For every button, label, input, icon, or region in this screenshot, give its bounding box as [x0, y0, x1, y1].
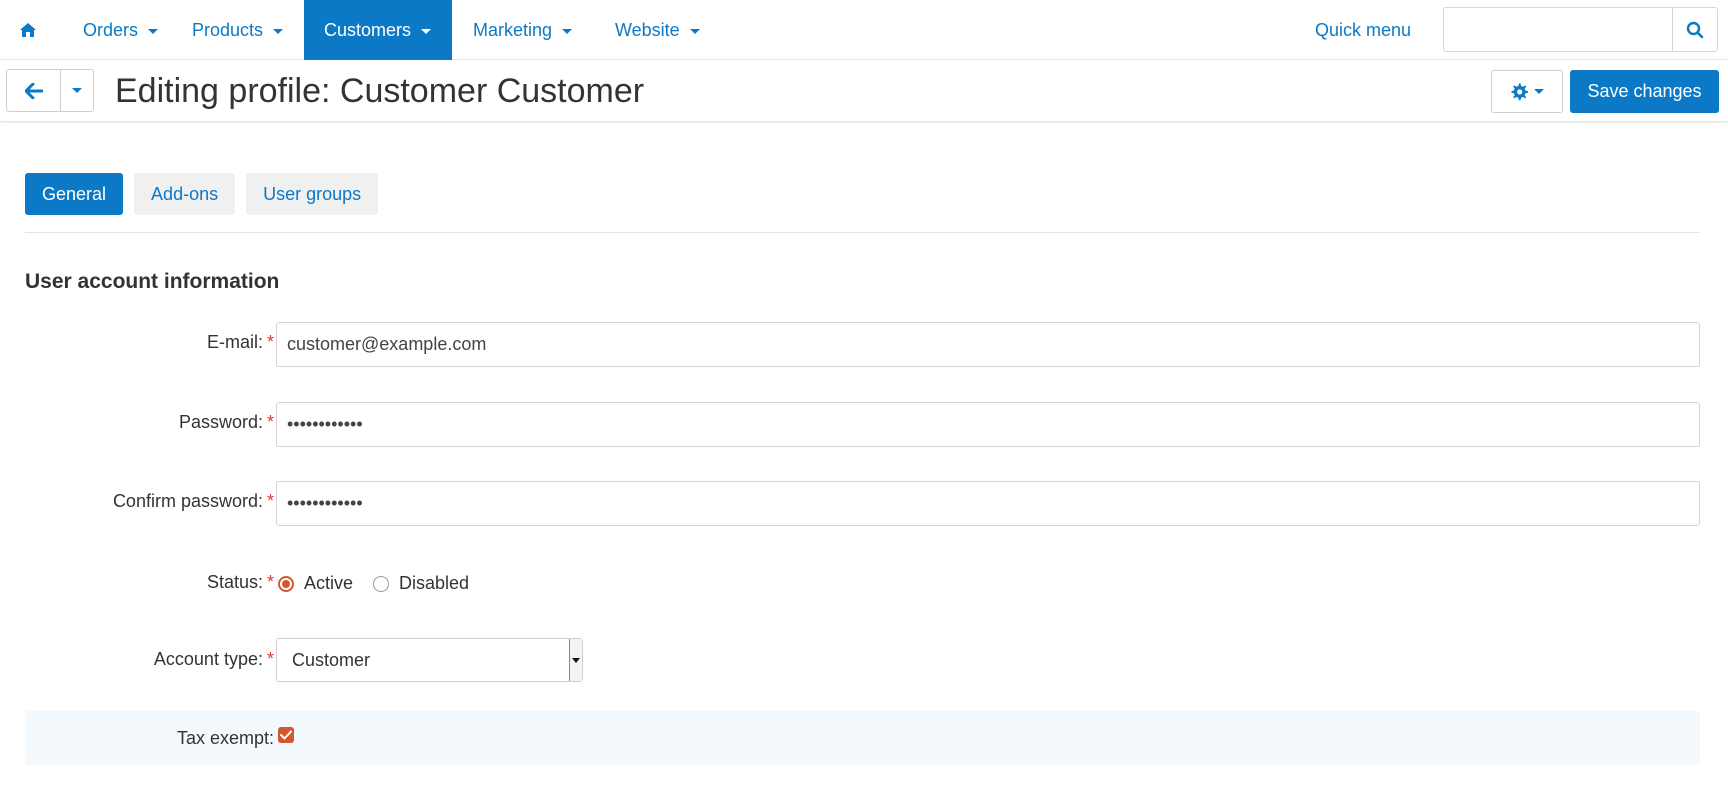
chevron-down-icon	[562, 28, 573, 34]
nav-orders-label: Orders	[83, 19, 139, 40]
nav-products-label: Products	[192, 19, 264, 40]
nav-website[interactable]: Website	[595, 0, 720, 60]
select-arrow	[569, 639, 582, 681]
tab-general[interactable]: General	[25, 173, 124, 215]
chevron-down-icon	[689, 28, 700, 34]
nav-marketing[interactable]: Marketing	[453, 0, 592, 60]
tabs-divider	[25, 232, 1700, 233]
status-row: Status: * Active Disabled	[25, 570, 1700, 600]
nav-marketing-label: Marketing	[473, 19, 553, 40]
email-row: E-mail: *	[25, 322, 1700, 367]
email-field[interactable]	[276, 322, 1700, 367]
required-marker: *	[266, 649, 274, 669]
password-label: Password: *	[179, 412, 274, 433]
top-navigation: Orders Products Customers Marketing Webs…	[0, 0, 1728, 60]
required-marker: *	[266, 412, 274, 432]
gear-icon	[1511, 83, 1528, 100]
required-marker: *	[266, 572, 274, 592]
email-label: E-mail: *	[207, 332, 274, 353]
page-header: Editing profile: Customer Customer Save …	[0, 61, 1728, 122]
arrow-left-icon	[24, 82, 43, 99]
save-changes-button[interactable]: Save changes	[1570, 70, 1719, 113]
search-button[interactable]	[1672, 8, 1717, 51]
account-type-label-text: Account type:	[153, 649, 263, 669]
email-label-text: E-mail:	[206, 332, 263, 352]
account-type-value: Customer	[292, 649, 371, 670]
chevron-down-icon	[273, 28, 284, 34]
tax-exempt-label: Tax exempt:	[176, 728, 274, 748]
status-radio-group: Active Disabled	[278, 573, 489, 594]
status-disabled-radio[interactable]	[373, 575, 390, 592]
nav-products[interactable]: Products	[172, 0, 303, 60]
chevron-down-icon	[572, 657, 580, 663]
back-button-group	[6, 69, 94, 112]
nav-customers-label: Customers	[324, 19, 412, 40]
tab-add-ons[interactable]: Add-ons	[134, 173, 236, 215]
status-label-text: Status:	[206, 572, 263, 592]
chevron-down-icon	[1534, 89, 1544, 94]
account-type-select[interactable]: Customer	[276, 638, 583, 682]
confirm-password-label: Confirm password: *	[113, 491, 274, 512]
password-label-text: Password:	[178, 412, 263, 432]
page-title: Editing profile: Customer Customer	[115, 72, 645, 110]
status-active-label[interactable]: Active	[304, 573, 353, 594]
required-marker: *	[266, 332, 274, 352]
account-type-label: Account type: *	[154, 649, 274, 670]
password-row: Password: *	[25, 402, 1700, 447]
back-button[interactable]	[7, 70, 61, 111]
status-label: Status: *	[207, 572, 274, 593]
settings-button[interactable]	[1491, 70, 1563, 113]
section-title: User account information	[25, 270, 280, 293]
nav-home[interactable]	[0, 0, 56, 60]
search-icon	[1686, 21, 1704, 38]
confirm-password-row: Confirm password: *	[25, 481, 1700, 526]
password-field[interactable]	[276, 402, 1700, 447]
search-box	[1443, 7, 1718, 52]
back-dropdown-button[interactable]	[61, 70, 93, 111]
status-active-radio[interactable]	[278, 575, 294, 592]
tax-exempt-checkbox[interactable]	[278, 727, 294, 743]
tax-exempt-row: Tax exempt:	[25, 711, 1700, 765]
confirm-password-label-text: Confirm password:	[112, 491, 263, 511]
search-input[interactable]	[1444, 8, 1672, 51]
home-icon	[20, 23, 36, 37]
required-marker: *	[266, 491, 274, 511]
checkmark-icon	[280, 730, 292, 740]
confirm-password-field[interactable]	[276, 481, 1700, 526]
chevron-down-icon	[148, 28, 159, 34]
profile-tabs: General Add-ons User groups	[25, 173, 389, 215]
account-type-row: Account type: * Customer	[25, 638, 1700, 682]
chevron-down-icon	[421, 28, 432, 34]
tab-user-groups[interactable]: User groups	[246, 173, 379, 215]
nav-orders[interactable]: Orders	[63, 0, 178, 60]
nav-website-label: Website	[615, 19, 680, 40]
nav-customers[interactable]: Customers	[304, 0, 452, 60]
chevron-down-icon	[72, 88, 82, 93]
quick-menu-link[interactable]: Quick menu	[1315, 0, 1411, 60]
status-disabled-label[interactable]: Disabled	[399, 573, 469, 594]
